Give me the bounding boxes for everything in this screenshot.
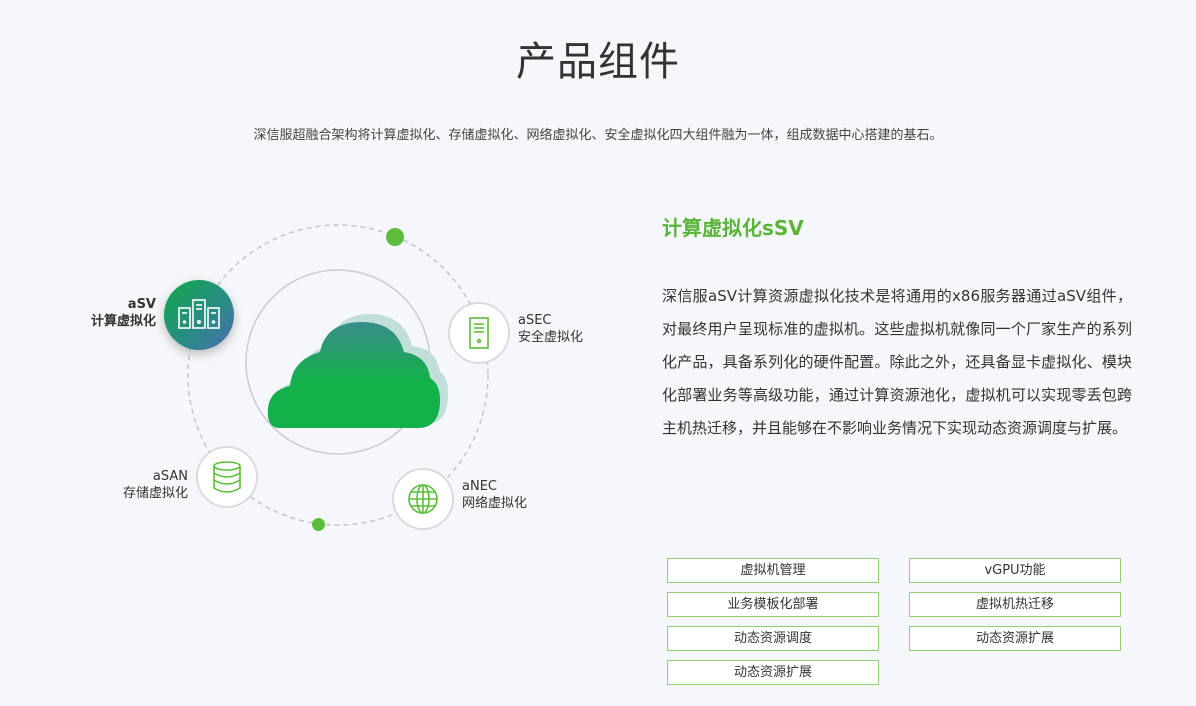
server-rack-icon	[178, 299, 220, 329]
feature-vm-management[interactable]: 虚拟机管理	[667, 558, 879, 583]
node-anec[interactable]	[392, 468, 454, 530]
orbit-dot	[312, 518, 325, 531]
node-asec-label: aSEC 安全虚拟化	[518, 313, 584, 345]
node-asv-label: aSV 计算虚拟化	[90, 297, 156, 329]
feature-resource-scaling-2[interactable]: 动态资源扩展	[667, 660, 879, 685]
globe-icon	[408, 484, 438, 514]
node-anec-label: aNEC 网络虚拟化	[462, 479, 528, 511]
node-asan[interactable]	[196, 446, 258, 508]
node-asec[interactable]	[448, 302, 510, 364]
feature-vgpu[interactable]: vGPU功能	[909, 558, 1121, 583]
detail-description: 深信服aSV计算资源虚拟化技术是将通用的x86服务器通过aSV组件，对最终用户呈…	[662, 287, 1132, 437]
detail-title: 计算虚拟化sSV	[662, 216, 804, 240]
security-server-icon	[469, 317, 489, 349]
feature-resource-scheduling[interactable]: 动态资源调度	[667, 626, 879, 651]
database-icon	[213, 461, 241, 493]
orbit-dot	[386, 228, 404, 246]
node-asan-label: aSAN 存储虚拟化	[122, 469, 188, 501]
feature-template-deploy[interactable]: 业务模板化部署	[667, 592, 879, 617]
page-subtitle: 深信服超融合架构将计算虚拟化、存储虚拟化、网络虚拟化、安全虚拟化四大组件融为一体…	[253, 128, 943, 143]
components-diagram: aSV 计算虚拟化 aSEC 安全虚拟化 aNEC 网络虚拟化 aSAN 存储虚…	[80, 200, 620, 560]
node-asv[interactable]	[164, 280, 234, 350]
page-title: 产品组件	[516, 38, 680, 85]
feature-resource-scaling[interactable]: 动态资源扩展	[909, 626, 1121, 651]
feature-live-migration[interactable]: 虚拟机热迁移	[909, 592, 1121, 617]
